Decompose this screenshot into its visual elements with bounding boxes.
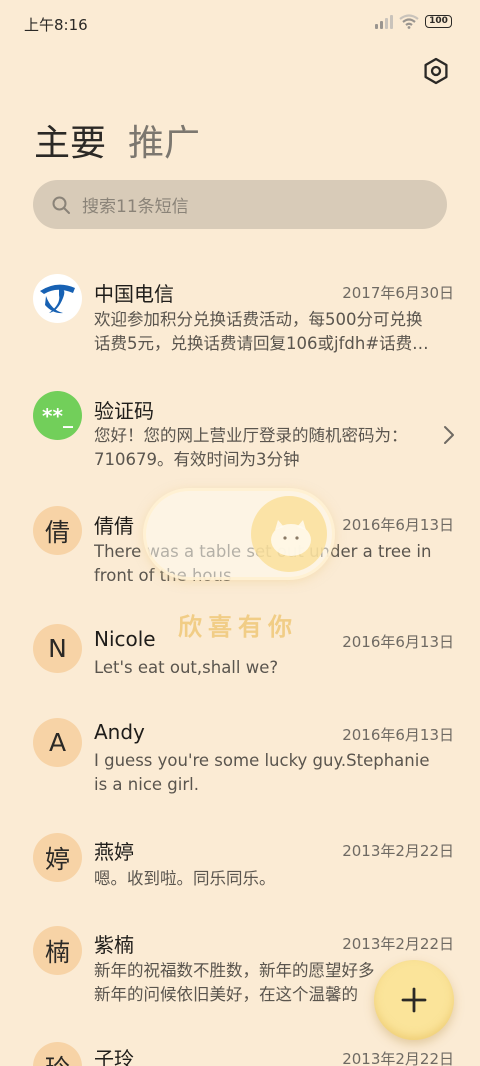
contact-name: 中国电信: [94, 282, 174, 306]
avatar: 倩: [33, 506, 82, 555]
contact-name: 倩倩: [94, 514, 134, 538]
search-icon: [52, 196, 70, 214]
message-preview-line: I guess you're some lucky guy.Stephanie: [94, 751, 430, 770]
message-preview-line: Let's eat out,shall we?: [94, 658, 279, 677]
cat-sticker-icon: [271, 520, 311, 556]
message-date: 2013年2月22日: [342, 935, 454, 953]
avatar: 楠: [33, 926, 82, 975]
status-time: 上午8:16: [24, 16, 88, 34]
search-placeholder: 搜索11条短信: [82, 197, 189, 217]
contact-name: 燕婷: [94, 840, 134, 864]
contact-name: Nicole: [94, 627, 156, 651]
avatar: A: [33, 718, 82, 767]
message-date: 2017年6月30日: [342, 284, 454, 302]
contact-name: 验证码: [94, 399, 154, 423]
tab-main[interactable]: 主要: [34, 114, 106, 166]
status-bar: 上午8:16 100: [0, 0, 480, 46]
avatar: [33, 274, 82, 323]
hexagon-gear-icon: [424, 57, 448, 85]
message-date: 2013年2月22日: [342, 1050, 454, 1066]
search-input[interactable]: 搜索11条短信: [33, 180, 447, 229]
message-preview-line: 您好！您的网上营业厅登录的随机密码为：: [94, 426, 408, 445]
message-date: 2013年2月22日: [342, 842, 454, 860]
contact-name: 子玲: [94, 1047, 134, 1066]
avatar: 玲: [33, 1042, 82, 1066]
conversation-row[interactable]: 玲 子玲 2013年2月22日: [0, 1040, 480, 1066]
conversation-row[interactable]: A Andy 2016年6月13日 I guess you're some lu…: [0, 715, 480, 830]
message-date: 2016年6月13日: [342, 633, 454, 651]
avatar: **_: [33, 391, 82, 440]
conversation-row[interactable]: 中国电信 2017年6月30日 欢迎参加积分兑换话费活动，每500分可兑换 话费…: [0, 262, 480, 377]
contact-name: Andy: [94, 720, 145, 744]
settings-button[interactable]: [421, 56, 451, 86]
tab-promotions[interactable]: 推广: [128, 114, 200, 166]
signal-icon: [375, 14, 393, 29]
contact-name: 紫楠: [94, 933, 134, 957]
china-telecom-logo-icon: [40, 284, 75, 314]
message-preview-line: 欢迎参加积分兑换话费活动，每500分可兑换: [94, 310, 423, 329]
compose-button[interactable]: [374, 960, 454, 1040]
message-preview-line: 嗯。收到啦。同乐同乐。: [94, 869, 276, 888]
avatar: 婷: [33, 833, 82, 882]
conversation-row[interactable]: 婷 燕婷 2013年2月22日 嗯。收到啦。同乐同乐。: [0, 832, 480, 927]
avatar: N: [33, 624, 82, 673]
message-date: 2016年6月13日: [342, 726, 454, 744]
tab-bar: 主要 推广: [34, 114, 200, 166]
message-date: 2016年6月13日: [342, 516, 454, 534]
status-icons: 100: [375, 14, 452, 29]
chevron-right-icon[interactable]: [442, 425, 456, 445]
battery-icon: 100: [425, 15, 452, 28]
message-preview-line: 710679。有效时间为3分钟: [94, 450, 300, 469]
conversation-row[interactable]: **_ 验证码 您好！您的网上营业厅登录的随机密码为： 710679。有效时间为…: [0, 380, 480, 495]
floating-widget-knob[interactable]: [251, 496, 327, 572]
floating-widget-text: 欣喜有你: [178, 613, 298, 641]
message-preview-line: 话费5元，兑换话费请回复106或jfdh#话费…: [94, 334, 429, 353]
wifi-icon: [399, 14, 419, 29]
message-preview-line: is a nice girl.: [94, 775, 199, 794]
plus-icon: [401, 987, 427, 1013]
